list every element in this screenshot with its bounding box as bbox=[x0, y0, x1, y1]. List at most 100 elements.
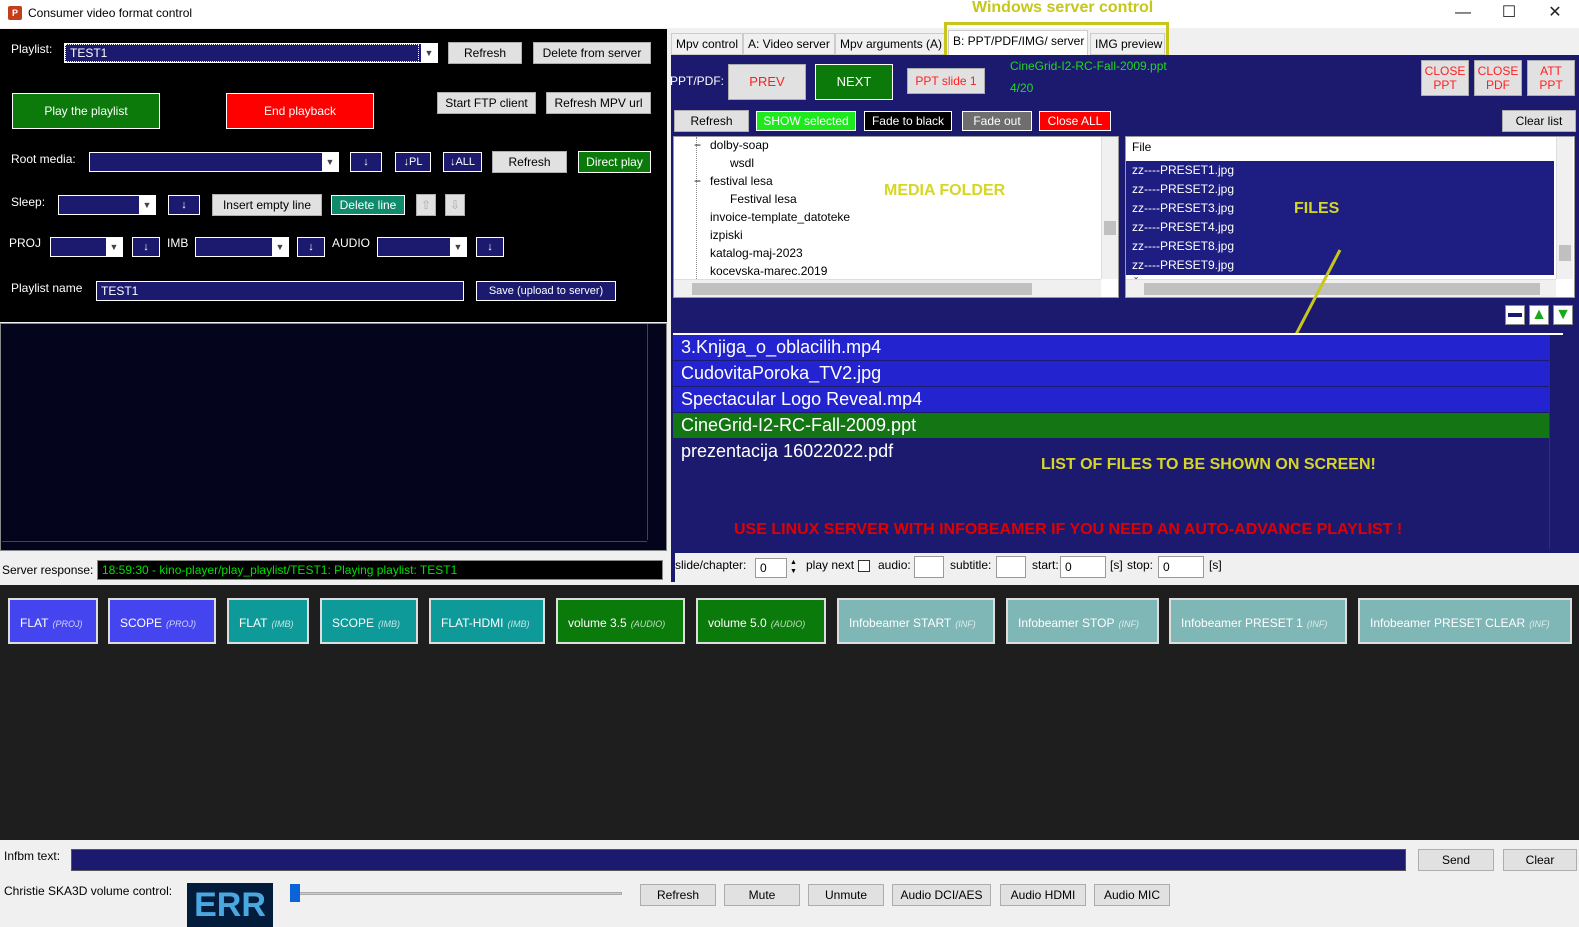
root-media-select[interactable]: ▼ bbox=[89, 152, 339, 172]
ppt-slide-1-button[interactable]: PPT slide 1 bbox=[907, 68, 985, 94]
play-next-checkbox[interactable] bbox=[858, 560, 870, 572]
audio-mic-button[interactable]: Audio MIC bbox=[1094, 884, 1170, 906]
tree-item[interactable]: Festival lesa bbox=[730, 191, 797, 207]
proj-select[interactable]: ▼ bbox=[50, 237, 123, 257]
volume-slider-thumb[interactable] bbox=[290, 884, 300, 902]
move-up-button[interactable]: ⇧ bbox=[416, 194, 436, 216]
imb-down-button[interactable]: ↓ bbox=[297, 237, 325, 257]
save-upload-button[interactable]: Save (upload to server) bbox=[476, 281, 616, 301]
playlist-select[interactable]: TEST1 ▼ bbox=[64, 43, 438, 63]
direct-play-button[interactable]: Direct play bbox=[578, 151, 651, 173]
playlist-vertical-scrollbar[interactable] bbox=[1549, 335, 1563, 549]
imb-select[interactable]: ▼ bbox=[195, 237, 289, 257]
tree-expander-icon[interactable]: − bbox=[694, 174, 701, 188]
insert-empty-line-button[interactable]: Insert empty line bbox=[212, 194, 322, 216]
fade-to-black-button[interactable]: Fade to black bbox=[864, 111, 952, 131]
infobeamer-preset-clear-button[interactable]: Infobeamer PRESET CLEAR (INF) bbox=[1358, 598, 1572, 644]
file-item[interactable]: zz----PRESET1.jpg bbox=[1126, 161, 1554, 180]
move-up-icon[interactable]: ▲ bbox=[1529, 305, 1549, 325]
tree-vertical-scrollbar[interactable] bbox=[1101, 137, 1118, 279]
infobeamer-preset-1-button[interactable]: Infobeamer PRESET 1 (INF) bbox=[1169, 598, 1347, 644]
delete-line-button[interactable]: Delete line bbox=[331, 195, 405, 215]
playlist-refresh-button[interactable]: Refresh bbox=[448, 42, 522, 64]
scrollbar-thumb[interactable] bbox=[1559, 245, 1571, 261]
maximize-button[interactable]: ☐ bbox=[1486, 0, 1532, 28]
scrollbar-thumb[interactable] bbox=[692, 283, 1032, 295]
tab-video-server[interactable]: A: Video server bbox=[743, 33, 835, 55]
stop-input[interactable]: 0 bbox=[1158, 556, 1204, 578]
log-vertical-scrollbar[interactable] bbox=[647, 324, 661, 540]
down-all-button[interactable]: ↓ALL bbox=[443, 152, 482, 172]
tree-item[interactable]: izpiski bbox=[710, 227, 743, 243]
clear-button[interactable]: Clear bbox=[1503, 849, 1577, 871]
audio-hdmi-button[interactable]: Audio HDMI bbox=[1000, 884, 1086, 906]
infobeamer-stop-button[interactable]: Infobeamer STOP (INF) bbox=[1006, 598, 1159, 644]
tree-item[interactable]: dolby-soap bbox=[710, 137, 769, 153]
slide-chapter-stepper[interactable]: ▲ ▼ bbox=[786, 558, 800, 578]
unmute-button[interactable]: Unmute bbox=[808, 884, 884, 906]
subtitle-input[interactable] bbox=[996, 556, 1026, 578]
media-refresh-button[interactable]: Refresh bbox=[674, 110, 749, 132]
down-pl-button[interactable]: ↓PL bbox=[395, 152, 431, 172]
move-down-icon[interactable]: ▼ bbox=[1553, 305, 1573, 325]
playlist-item[interactable]: 3.Knjiga_o_oblacilih.mp4 bbox=[673, 335, 1549, 360]
volume-refresh-button[interactable]: Refresh bbox=[640, 884, 716, 906]
scope-imb-button[interactable]: SCOPE (IMB) bbox=[320, 598, 418, 644]
close-button[interactable]: ✕ bbox=[1532, 0, 1578, 28]
volume-3-5-button[interactable]: volume 3.5 (AUDIO) bbox=[556, 598, 685, 644]
delete-from-server-button[interactable]: Delete from server bbox=[533, 42, 651, 64]
send-button[interactable]: Send bbox=[1418, 849, 1494, 871]
scope-proj-button[interactable]: SCOPE (PROJ) bbox=[108, 598, 216, 644]
root-media-down-button[interactable]: ↓ bbox=[350, 152, 382, 172]
audio-down-button[interactable]: ↓ bbox=[476, 237, 504, 257]
att-ppt-button[interactable]: ATT PPT bbox=[1527, 60, 1575, 96]
tree-item[interactable]: katalog-maj-2023 bbox=[710, 245, 803, 261]
playlist-name-input[interactable]: TEST1 bbox=[96, 281, 464, 301]
flat-imb-button[interactable]: FLAT (IMB) bbox=[227, 598, 309, 644]
infobeamer-start-button[interactable]: Infobeamer START (INF) bbox=[837, 598, 995, 644]
move-down-button[interactable]: ⇩ bbox=[445, 194, 465, 216]
tree-item[interactable]: invoice-template_datoteke bbox=[710, 209, 850, 225]
fade-out-button[interactable]: Fade out bbox=[962, 111, 1032, 131]
close-ppt-button[interactable]: CLOSE PPT bbox=[1421, 60, 1469, 96]
start-ftp-button[interactable]: Start FTP client bbox=[437, 92, 536, 114]
close-pdf-button[interactable]: CLOSE PDF bbox=[1474, 60, 1522, 96]
playlist-item[interactable]: Spectacular Logo Reveal.mp4 bbox=[673, 387, 1549, 412]
audio-select[interactable]: ▼ bbox=[377, 237, 467, 257]
mute-button[interactable]: Mute bbox=[724, 884, 800, 906]
flat-proj-button[interactable]: FLAT (PROJ) bbox=[8, 598, 98, 644]
tab-mpv-arguments[interactable]: Mpv arguments (A) bbox=[835, 33, 946, 55]
file-item[interactable]: zz----PRESET2.jpg bbox=[1126, 180, 1554, 199]
close-all-button[interactable]: Close ALL bbox=[1039, 111, 1111, 131]
screen-playlist[interactable]: 3.Knjiga_o_oblacilih.mp4 CudovitaPoroka_… bbox=[673, 333, 1563, 549]
playlist-item-selected[interactable]: CineGrid-I2-RC-Fall-2009.ppt bbox=[673, 413, 1549, 438]
volume-slider-track[interactable] bbox=[292, 892, 622, 895]
next-slide-button[interactable]: NEXT bbox=[815, 64, 893, 100]
tree-item[interactable]: festival lesa bbox=[710, 173, 773, 189]
tree-horizontal-scrollbar[interactable] bbox=[674, 279, 1101, 297]
tree-item[interactable]: wsdl bbox=[730, 155, 754, 171]
scrollbar-thumb[interactable] bbox=[1104, 221, 1116, 235]
tree-expander-icon[interactable]: − bbox=[694, 138, 701, 152]
file-item[interactable]: zz----PRESET3.jpg bbox=[1126, 199, 1554, 218]
audio-dci-aes-button[interactable]: Audio DCI/AES bbox=[892, 884, 991, 906]
volume-5-0-button[interactable]: volume 5.0 (AUDIO) bbox=[696, 598, 826, 644]
flat-hdmi-imb-button[interactable]: FLAT-HDMI (IMB) bbox=[429, 598, 545, 644]
minimize-button[interactable]: — bbox=[1440, 0, 1486, 28]
play-playlist-button[interactable]: Play the playlist bbox=[12, 93, 160, 129]
start-input[interactable]: 0 bbox=[1060, 556, 1106, 578]
audio-track-input[interactable] bbox=[914, 556, 944, 578]
files-vertical-scrollbar[interactable] bbox=[1556, 137, 1573, 279]
prev-slide-button[interactable]: PREV bbox=[728, 64, 806, 100]
show-selected-button[interactable]: SHOW selected bbox=[756, 111, 856, 131]
sleep-down-button[interactable]: ↓ bbox=[168, 195, 200, 215]
tab-mpv-control[interactable]: Mpv control bbox=[671, 33, 743, 55]
playlist-item[interactable]: CudovitaPoroka_TV2.jpg bbox=[673, 361, 1549, 386]
clear-list-button[interactable]: Clear list bbox=[1502, 110, 1576, 132]
root-media-refresh-button[interactable]: Refresh bbox=[492, 151, 567, 173]
refresh-mpv-url-button[interactable]: Refresh MPV url bbox=[546, 92, 651, 114]
end-playback-button[interactable]: End playback bbox=[226, 93, 374, 129]
sleep-select[interactable]: ▼ bbox=[58, 195, 156, 215]
file-item[interactable]: zz----PRESET4.jpg bbox=[1126, 218, 1554, 237]
tree-item[interactable]: kocevska-marec.2019 bbox=[710, 263, 827, 279]
